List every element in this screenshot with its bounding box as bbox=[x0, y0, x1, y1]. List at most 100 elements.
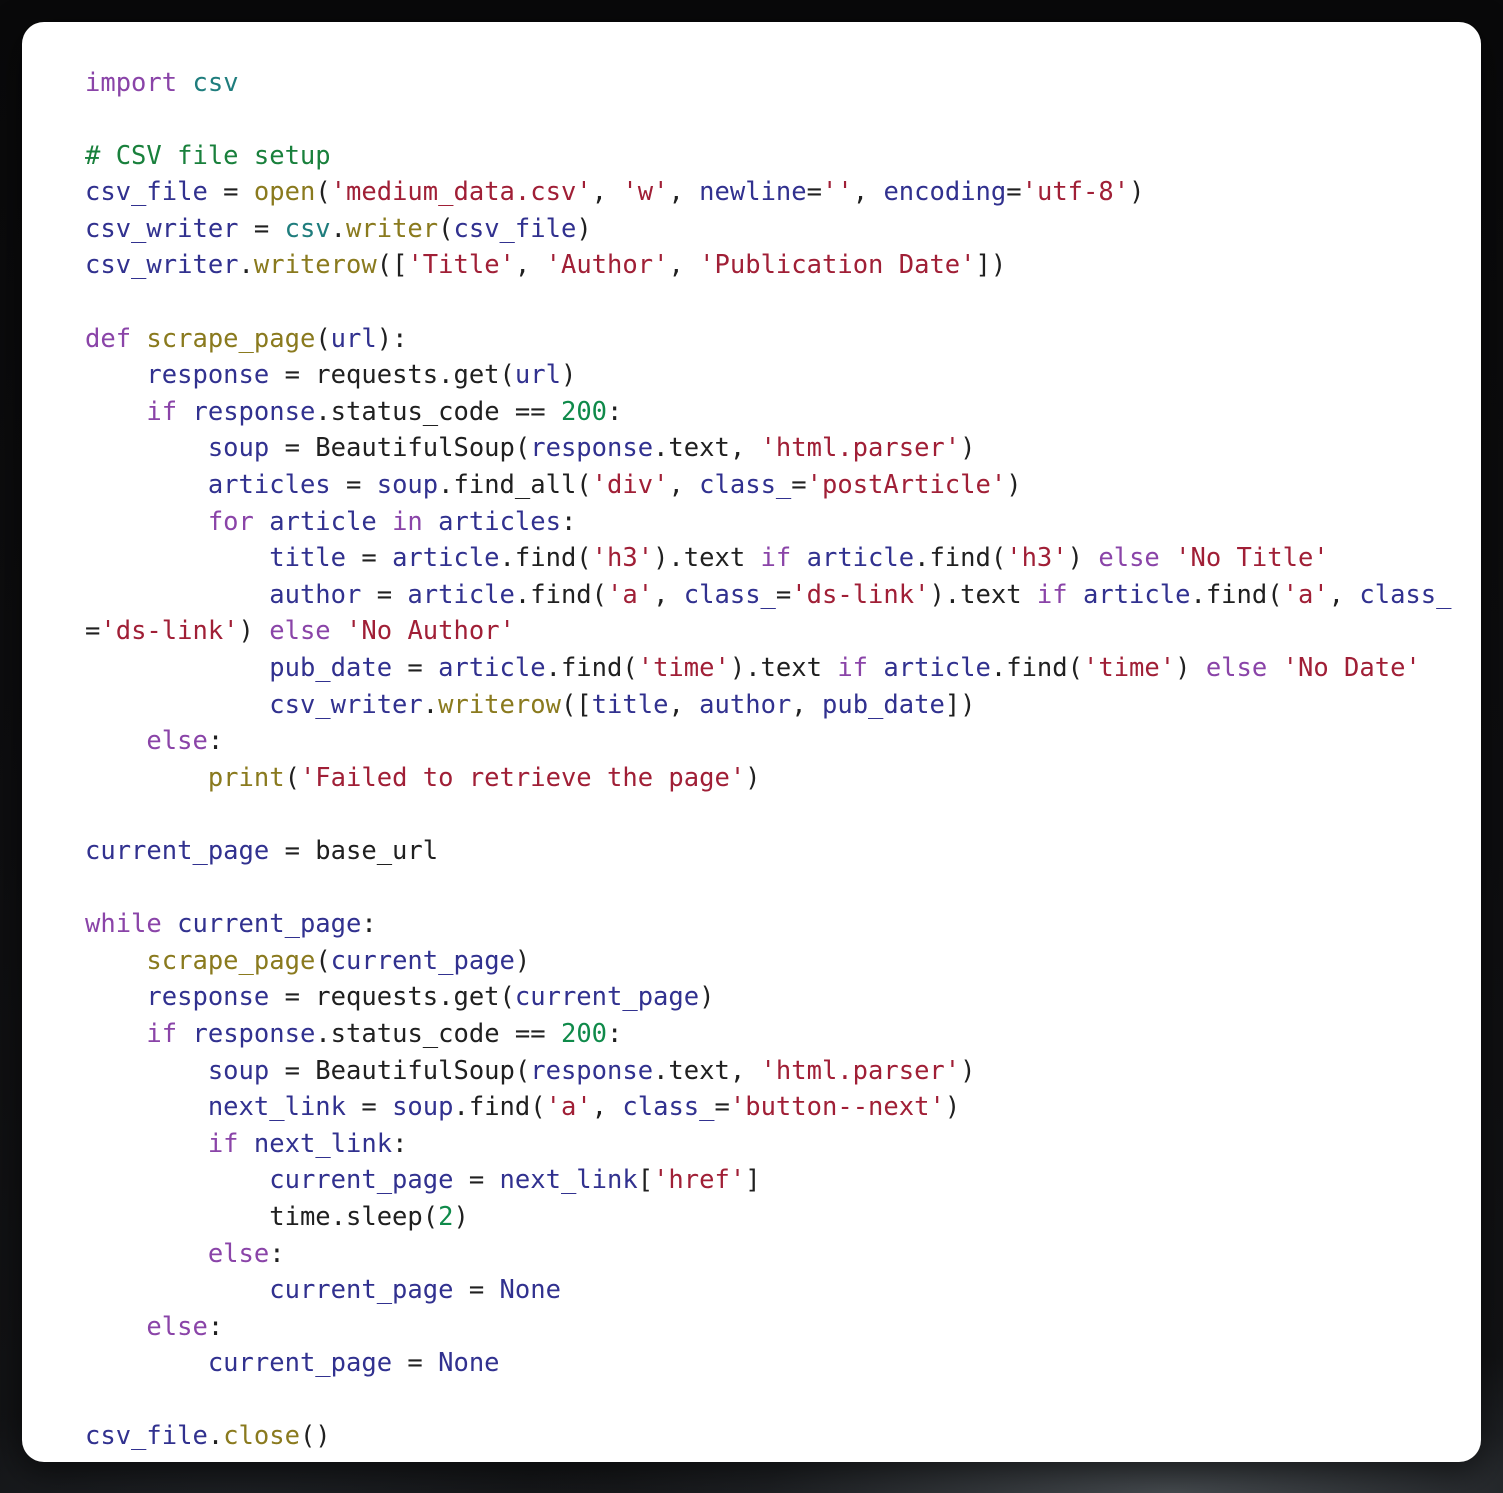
code-token-pl: : bbox=[607, 1018, 623, 1049]
code-token-str: 'div' bbox=[591, 470, 669, 501]
code-token-pl: : bbox=[361, 909, 377, 940]
code-line: csv_file = open('medium_data.csv', 'w', … bbox=[85, 174, 1471, 211]
code-token-str: 'ds-link' bbox=[791, 579, 930, 610]
code-line: current_page = next_link['href'] bbox=[85, 1162, 1471, 1199]
code-token-var: class_ bbox=[622, 1092, 715, 1123]
code-token-var: soup bbox=[392, 1092, 454, 1123]
code-token-pl: .find( bbox=[453, 1092, 546, 1123]
code-token-kw: in bbox=[392, 506, 423, 537]
code-token-var: encoding bbox=[883, 177, 1007, 208]
code-token-var: article bbox=[392, 543, 500, 574]
code-token-pl: ] bbox=[745, 1165, 761, 1196]
code-token-str: 'ds-link' bbox=[100, 616, 239, 647]
code-token-pl: = bbox=[453, 1165, 500, 1196]
code-token-pl: ]) bbox=[975, 250, 1007, 281]
code-token-pl: time.sleep( bbox=[269, 1201, 439, 1232]
code-token-pl: [ bbox=[637, 1165, 654, 1196]
code-token-pl: . bbox=[238, 250, 254, 281]
code-token-var: title bbox=[591, 689, 669, 720]
code-line: ​ bbox=[85, 1382, 1471, 1419]
code-token-pl: . bbox=[330, 213, 347, 244]
code-token-pl: ) bbox=[514, 945, 531, 976]
code-token-com: # CSV file setup bbox=[85, 140, 331, 171]
code-token-var: response bbox=[530, 1055, 654, 1086]
code-token-var: article bbox=[1083, 579, 1191, 610]
code-token-kw: if bbox=[146, 396, 178, 427]
code-line: while current_page: bbox=[85, 906, 1471, 943]
code-token-pl: = bbox=[85, 616, 101, 647]
code-token-pl: = bbox=[806, 177, 822, 208]
code-token-pl: ) bbox=[1129, 177, 1145, 208]
code-token-str: 'Author' bbox=[545, 250, 669, 281]
code-token-pl: , bbox=[668, 250, 700, 281]
code-line: def scrape_page(url): bbox=[85, 321, 1471, 358]
code-token-kw: def bbox=[85, 323, 132, 354]
code-token-kw: if bbox=[1036, 579, 1068, 610]
code-token-pl: = bbox=[1006, 177, 1022, 208]
code-token-pl: .find( bbox=[1190, 579, 1283, 610]
code-token-str: 'html.parser' bbox=[760, 433, 961, 464]
code-token-var: newline bbox=[699, 177, 807, 208]
code-token-kw: else bbox=[207, 1238, 270, 1269]
code-token-pl: , bbox=[668, 177, 700, 208]
code-token-pl: ) bbox=[238, 616, 270, 647]
code-token-var: soup bbox=[207, 433, 270, 464]
code-token-pl: ) bbox=[453, 1201, 469, 1232]
code-token-pl: . bbox=[422, 689, 439, 720]
code-line: next_link = soup.find('a', class_='butto… bbox=[85, 1089, 1471, 1126]
code-token-pl: ( bbox=[438, 213, 454, 244]
code-token-pl: = bbox=[392, 653, 439, 683]
code-token-pl: .find( bbox=[499, 543, 592, 574]
code-token-fn: writerow bbox=[253, 250, 377, 281]
code-token-var: None bbox=[499, 1275, 561, 1306]
code-line: csv_writer.writerow([title, author, pub_… bbox=[85, 687, 1471, 724]
code-token-pl: .text, bbox=[653, 1055, 761, 1086]
code-token-pl: = requests.get( bbox=[269, 982, 515, 1013]
code-token-pl: ) bbox=[960, 1055, 976, 1086]
code-token-str: 'a' bbox=[545, 1092, 592, 1123]
code-token-pl: ) bbox=[960, 433, 976, 464]
code-block[interactable]: import csv​# CSV file setupcsv_file = op… bbox=[85, 65, 1471, 1456]
code-line: author = article.find('a', class_='ds-li… bbox=[85, 577, 1471, 614]
code-token-kw: else bbox=[146, 726, 208, 757]
code-token-kw: else bbox=[269, 616, 331, 647]
code-token-str: 'No Author' bbox=[346, 616, 515, 647]
code-line: for article in articles: bbox=[85, 504, 1471, 541]
code-token-kw: else bbox=[146, 1311, 208, 1342]
code-token-pl: = bbox=[207, 177, 254, 208]
code-token-str: 'postArticle' bbox=[806, 470, 1007, 501]
code-token-str: 'time' bbox=[1082, 653, 1176, 683]
code-token-kw: if bbox=[146, 1018, 178, 1049]
code-token-var: csv_writer bbox=[269, 689, 423, 720]
code-token-var: current_page bbox=[514, 982, 700, 1013]
code-token-kw: else bbox=[1098, 543, 1160, 574]
code-token-var: title bbox=[269, 543, 346, 574]
code-token-kw: import bbox=[85, 67, 178, 98]
code-token-pl: ([ bbox=[560, 689, 592, 720]
code-line: response = requests.get(current_page) bbox=[85, 979, 1471, 1016]
code-token-str: 'a' bbox=[607, 579, 654, 610]
code-token-var: next_link bbox=[499, 1165, 638, 1196]
code-token-str: 'utf-8' bbox=[1021, 177, 1130, 208]
code-token-pl: ) bbox=[699, 982, 715, 1013]
code-token-pl: : bbox=[269, 1238, 285, 1269]
code-token-pl: ([ bbox=[376, 250, 408, 281]
code-token-kw: else bbox=[1205, 653, 1268, 683]
code-token-str: 'a' bbox=[1282, 579, 1329, 610]
code-line: response = requests.get(url) bbox=[85, 357, 1471, 394]
code-token-var: csv_file bbox=[85, 1421, 208, 1452]
code-token-kw: for bbox=[207, 506, 254, 537]
code-token-str: 'h3' bbox=[591, 543, 654, 574]
code-token-var: class_ bbox=[1359, 579, 1452, 610]
code-token-fn: scrape_page bbox=[146, 323, 316, 354]
